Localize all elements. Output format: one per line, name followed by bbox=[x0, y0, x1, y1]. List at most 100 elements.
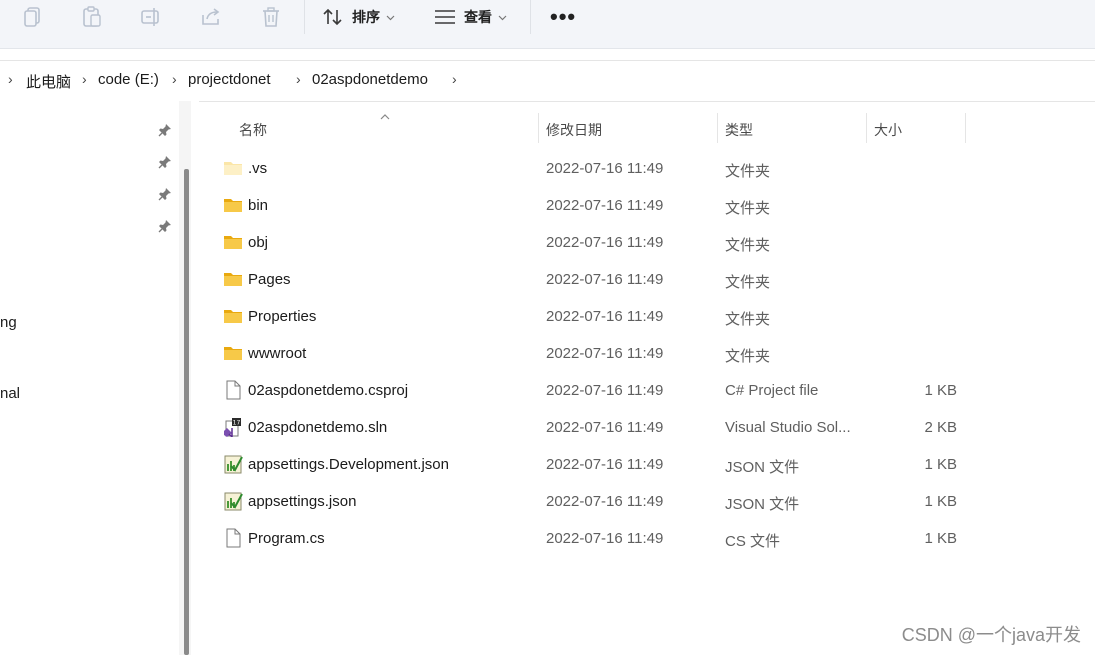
file-date: 2022-07-16 11:49 bbox=[546, 382, 664, 399]
chevron-right-icon: › bbox=[452, 71, 457, 87]
nav-item-label[interactable]: ng bbox=[0, 314, 17, 331]
copy-button[interactable] bbox=[22, 4, 44, 30]
file-row[interactable]: appsettings.Development.json 2022-07-16 … bbox=[199, 446, 979, 483]
delete-button[interactable] bbox=[260, 4, 282, 30]
json-file-icon bbox=[223, 491, 243, 511]
file-name: Properties bbox=[248, 308, 317, 325]
file-name: Pages bbox=[248, 271, 291, 288]
file-row[interactable]: appsettings.json 2022-07-16 11:49 JSON 文… bbox=[199, 483, 979, 520]
sort-label: 排序 bbox=[352, 9, 380, 25]
watermark: CSDN @一个java开发 bbox=[901, 625, 1081, 645]
address-bar[interactable]: › 此电脑 › code (E:) › projectdonet › 02asp… bbox=[0, 60, 1095, 102]
column-divider[interactable] bbox=[717, 113, 718, 143]
list-view-icon bbox=[434, 8, 456, 26]
toolbar-divider bbox=[304, 0, 305, 34]
nav-item-label[interactable]: nal bbox=[0, 385, 20, 402]
folder-icon bbox=[223, 306, 243, 326]
file-type: JSON 文件 bbox=[725, 459, 800, 476]
rename-icon bbox=[140, 6, 162, 28]
pin-icon[interactable] bbox=[158, 155, 172, 169]
file-row[interactable]: obj 2022-07-16 11:49 文件夹 bbox=[199, 224, 979, 261]
breadcrumb-projectdonet[interactable]: projectdonet bbox=[188, 71, 271, 88]
breadcrumb-drive[interactable]: code (E:) bbox=[98, 71, 159, 88]
file-type: 文件夹 bbox=[725, 311, 771, 328]
more-dots-icon: ••• bbox=[550, 4, 577, 29]
file-name: appsettings.Development.json bbox=[248, 456, 449, 473]
file-name: 02aspdonetdemo.sln bbox=[248, 419, 388, 436]
toolbar-divider bbox=[530, 0, 531, 34]
share-button[interactable] bbox=[200, 4, 222, 30]
file-type: 文件夹 bbox=[725, 163, 771, 180]
clipboard-icon bbox=[81, 6, 103, 28]
file-name: 02aspdonetdemo.csproj bbox=[248, 382, 409, 399]
file-type: JSON 文件 bbox=[725, 496, 800, 513]
column-divider[interactable] bbox=[538, 113, 539, 143]
column-size[interactable]: 大小 bbox=[874, 120, 902, 140]
breadcrumb-current-folder[interactable]: 02aspdonetdemo bbox=[312, 71, 428, 88]
file-date: 2022-07-16 11:49 bbox=[546, 419, 664, 436]
file-size: 1 KB bbox=[924, 456, 957, 473]
file-date: 2022-07-16 11:49 bbox=[546, 456, 664, 473]
file-row[interactable]: Pages 2022-07-16 11:49 文件夹 bbox=[199, 261, 979, 298]
column-type[interactable]: 类型 bbox=[725, 120, 753, 140]
file-name: obj bbox=[248, 234, 269, 251]
svg-text:17: 17 bbox=[233, 420, 241, 427]
file-type: C# Project file bbox=[725, 382, 819, 399]
file-type: 文件夹 bbox=[725, 237, 771, 254]
file-type: 文件夹 bbox=[725, 200, 771, 217]
chevron-right-icon: › bbox=[8, 71, 13, 87]
folder-light-icon bbox=[223, 158, 243, 178]
file-row[interactable]: wwwroot 2022-07-16 11:49 文件夹 bbox=[199, 335, 979, 372]
column-date-modified[interactable]: 修改日期 bbox=[546, 120, 602, 140]
file-date: 2022-07-16 11:49 bbox=[546, 530, 664, 547]
file-type: Visual Studio Sol... bbox=[725, 419, 851, 436]
folder-icon bbox=[223, 269, 243, 289]
file-type: CS 文件 bbox=[725, 533, 781, 550]
chevron-right-icon: › bbox=[82, 71, 87, 87]
paste-button[interactable] bbox=[81, 4, 103, 30]
file-date: 2022-07-16 11:49 bbox=[546, 234, 664, 251]
file-type: 文件夹 bbox=[725, 348, 771, 365]
file-date: 2022-07-16 11:49 bbox=[546, 197, 664, 214]
file-name: appsettings.json bbox=[248, 493, 357, 510]
file-row[interactable]: Program.cs 2022-07-16 11:49 CS 文件 1 KB bbox=[199, 520, 979, 557]
file-type: 文件夹 bbox=[725, 274, 771, 291]
folder-icon bbox=[223, 343, 243, 363]
file-row[interactable]: 17 02aspdonetdemo.sln 2022-07-16 11:49 V… bbox=[199, 409, 979, 446]
file-date: 2022-07-16 11:49 bbox=[546, 271, 664, 288]
column-header: 名称 修改日期 类型 大小 bbox=[199, 101, 1095, 155]
sort-arrows-icon bbox=[322, 7, 344, 27]
file-name: wwwroot bbox=[248, 345, 307, 362]
file-size: 1 KB bbox=[924, 493, 957, 510]
column-name[interactable]: 名称 bbox=[239, 120, 267, 140]
file-size: 1 KB bbox=[924, 382, 957, 399]
file-row[interactable]: Properties 2022-07-16 11:49 文件夹 bbox=[199, 298, 979, 335]
view-button[interactable]: 查看 bbox=[434, 4, 507, 30]
chevron-right-icon: › bbox=[172, 71, 177, 87]
file-date: 2022-07-16 11:49 bbox=[546, 308, 664, 325]
sort-button[interactable]: 排序 bbox=[322, 4, 395, 30]
chevron-right-icon: › bbox=[296, 71, 301, 87]
nav-scrollbar-thumb[interactable] bbox=[184, 169, 189, 655]
trash-icon bbox=[260, 6, 282, 28]
command-bar: 排序 查看 ••• bbox=[0, 0, 1095, 49]
view-label: 查看 bbox=[464, 9, 492, 25]
pin-icon[interactable] bbox=[158, 187, 172, 201]
column-divider[interactable] bbox=[965, 113, 966, 143]
pin-icon[interactable] bbox=[158, 219, 172, 233]
file-date: 2022-07-16 11:49 bbox=[546, 493, 664, 510]
rename-button[interactable] bbox=[140, 4, 162, 30]
file-row[interactable]: .vs 2022-07-16 11:49 文件夹 bbox=[199, 150, 979, 187]
breadcrumb-this-pc[interactable]: 此电脑 bbox=[26, 71, 71, 92]
file-date: 2022-07-16 11:49 bbox=[546, 160, 664, 177]
share-icon bbox=[200, 6, 222, 28]
file-row[interactable]: bin 2022-07-16 11:49 文件夹 bbox=[199, 187, 979, 224]
file-date: 2022-07-16 11:49 bbox=[546, 345, 664, 362]
sort-ascending-icon bbox=[380, 107, 390, 125]
pin-icon[interactable] bbox=[158, 123, 172, 137]
file-name: Program.cs bbox=[248, 530, 325, 547]
file-name: bin bbox=[248, 197, 269, 214]
column-divider[interactable] bbox=[866, 113, 867, 143]
file-row[interactable]: 02aspdonetdemo.csproj 2022-07-16 11:49 C… bbox=[199, 372, 979, 409]
more-options-button[interactable]: ••• bbox=[550, 4, 576, 30]
